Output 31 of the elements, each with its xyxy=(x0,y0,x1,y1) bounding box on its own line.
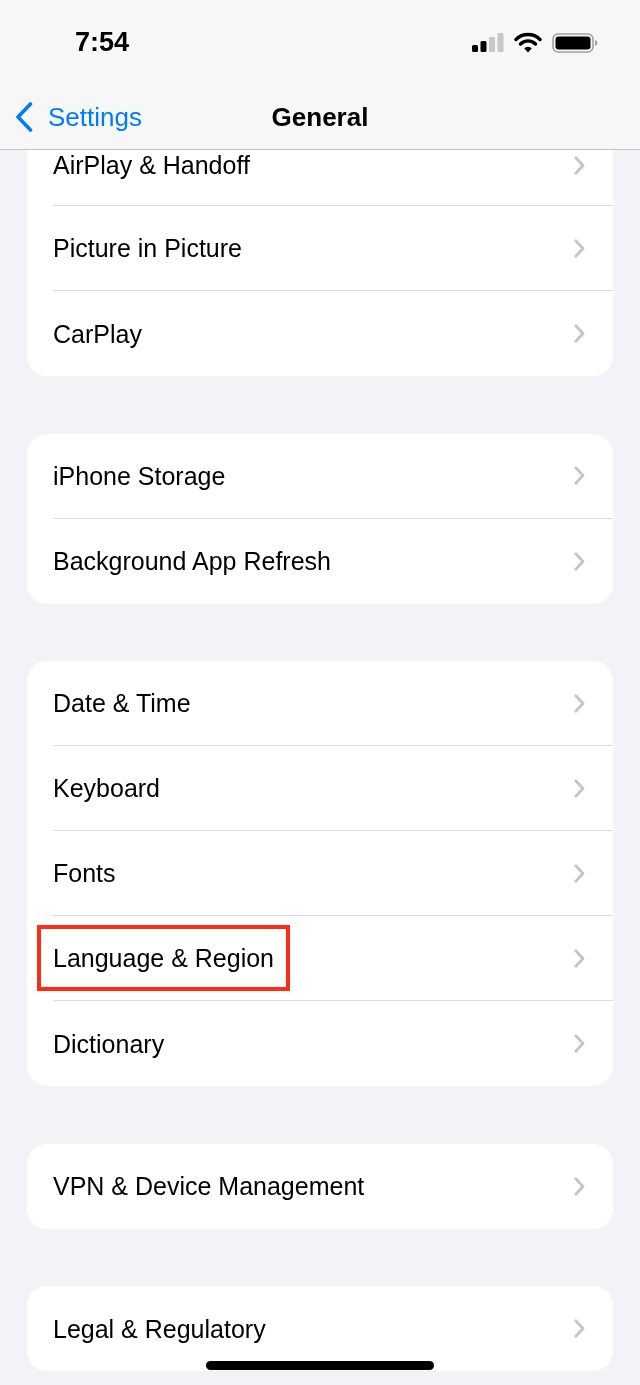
chevron-icon xyxy=(574,693,585,713)
chevron-icon xyxy=(574,324,585,343)
battery-icon xyxy=(552,32,598,53)
settings-row[interactable]: iPhone Storage xyxy=(27,433,613,518)
settings-row[interactable]: Date & Time xyxy=(27,661,613,745)
settings-row[interactable]: AirPlay & Handoff xyxy=(27,150,613,205)
settings-row[interactable]: Language & Region xyxy=(27,916,613,1000)
chevron-icon xyxy=(574,155,585,175)
chevron-icon xyxy=(574,1034,585,1053)
status-time: 7:54 xyxy=(75,29,130,56)
wifi-icon xyxy=(514,32,542,53)
chevron-icon xyxy=(574,466,585,485)
chevron-icon xyxy=(574,238,585,258)
settings-row[interactable]: Keyboard xyxy=(27,746,613,830)
settings-row[interactable]: Fonts xyxy=(27,831,613,915)
chevron-icon xyxy=(574,948,585,968)
page-title: General xyxy=(271,102,369,132)
chevron-icon xyxy=(574,551,585,571)
settings-row[interactable]: Picture in Picture xyxy=(27,206,613,290)
back-button[interactable]: Settings xyxy=(0,102,142,132)
chevron-icon xyxy=(574,1319,585,1338)
settings-row[interactable]: CarPlay xyxy=(27,291,613,376)
chevron-icon xyxy=(574,778,585,798)
back-chevron-icon xyxy=(15,102,33,132)
chevron-icon xyxy=(574,863,585,883)
settings-row[interactable]: VPN & Device Management xyxy=(27,1143,613,1229)
settings-row[interactable]: Background App Refresh xyxy=(27,518,613,604)
settings-row[interactable]: Dictionary xyxy=(27,1001,613,1086)
chevron-icon xyxy=(574,1176,585,1196)
signal-icon xyxy=(472,33,504,52)
settings-row[interactable]: Legal & Regulatory xyxy=(27,1286,613,1371)
